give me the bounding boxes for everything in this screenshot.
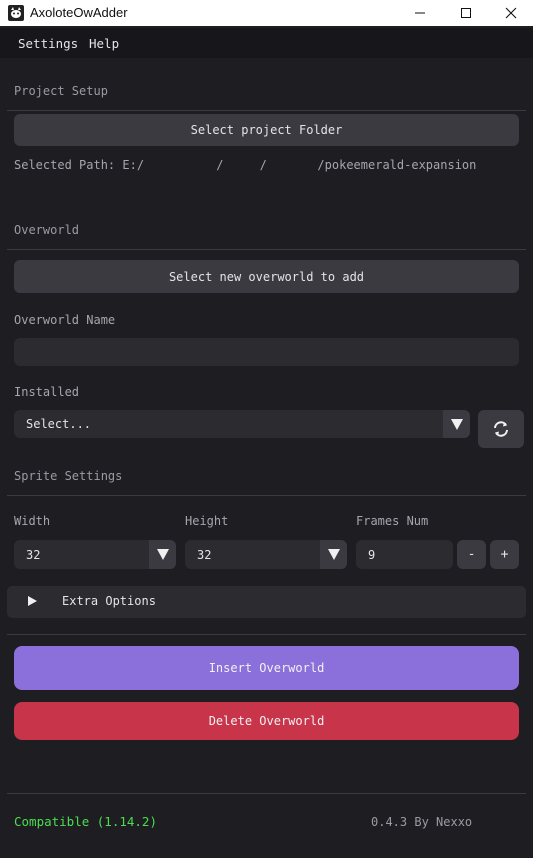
close-icon — [505, 7, 517, 19]
menu-settings[interactable]: Settings — [18, 36, 78, 51]
width-dropdown[interactable]: 32 — [14, 540, 176, 569]
height-label: Height — [185, 514, 229, 528]
menu-help[interactable]: Help — [89, 36, 119, 51]
overworld-name-input[interactable] — [14, 338, 519, 366]
window-title: AxoloteOwAdder — [30, 5, 128, 20]
frames-num-value: 9 — [368, 547, 376, 562]
title-bar: AxoloteOwAdder — [0, 0, 533, 26]
menu-bar: Settings Help — [0, 28, 533, 58]
dropdown-arrow[interactable] — [149, 540, 176, 569]
minimize-button[interactable] — [397, 0, 443, 26]
width-label: Width — [14, 514, 51, 528]
compatibility-status: Compatible (1.14.2) — [14, 814, 157, 829]
chevron-down-icon — [327, 549, 340, 560]
installed-selected-value: Select... — [26, 417, 92, 431]
frames-num-input[interactable]: 9 — [356, 540, 453, 569]
extra-options-label: Extra Options — [62, 594, 156, 608]
extra-options-toggle[interactable]: Extra Options — [7, 586, 526, 618]
overworld-name-label: Overworld Name — [14, 313, 116, 327]
dropdown-arrow[interactable] — [320, 540, 347, 569]
refresh-icon — [494, 421, 508, 437]
divider — [7, 110, 526, 111]
frames-increment-button[interactable]: + — [490, 540, 519, 569]
axolotl-app-icon — [8, 5, 24, 21]
maximize-button[interactable] — [443, 0, 489, 26]
overworld-heading: Overworld — [14, 223, 80, 237]
select-new-overworld-button[interactable]: Select new overworld to add — [14, 260, 519, 293]
insert-overworld-button[interactable]: Insert Overworld — [14, 646, 519, 690]
minimize-icon — [415, 12, 425, 14]
sprite-settings-heading: Sprite Settings — [14, 469, 123, 483]
project-setup-heading: Project Setup — [14, 84, 108, 98]
maximize-icon — [461, 8, 471, 18]
main-panel: Project Setup Select project Folder Sele… — [0, 58, 533, 858]
divider — [7, 495, 526, 496]
select-project-folder-button[interactable]: Select project Folder — [14, 114, 519, 146]
delete-overworld-button[interactable]: Delete Overworld — [14, 702, 519, 740]
divider — [7, 249, 526, 250]
width-value: 32 — [26, 547, 41, 562]
chevron-down-icon — [450, 418, 463, 430]
divider — [7, 793, 526, 794]
chevron-right-icon — [28, 596, 37, 606]
refresh-button[interactable] — [478, 410, 524, 448]
close-button[interactable] — [488, 0, 533, 26]
height-value: 32 — [197, 547, 212, 562]
divider — [7, 634, 526, 635]
version-text: 0.4.3 By Nexxo — [371, 815, 473, 829]
dropdown-arrow[interactable] — [443, 410, 470, 438]
frames-decrement-button[interactable]: - — [457, 540, 486, 569]
installed-dropdown[interactable]: Select... — [14, 410, 470, 438]
height-dropdown[interactable]: 32 — [185, 540, 347, 569]
frames-num-label: Frames Num — [356, 514, 429, 528]
selected-path-text: Selected Path: E:/ / / /pokeemerald-expa… — [14, 158, 477, 172]
chevron-down-icon — [156, 549, 169, 560]
installed-label: Installed — [14, 385, 80, 399]
